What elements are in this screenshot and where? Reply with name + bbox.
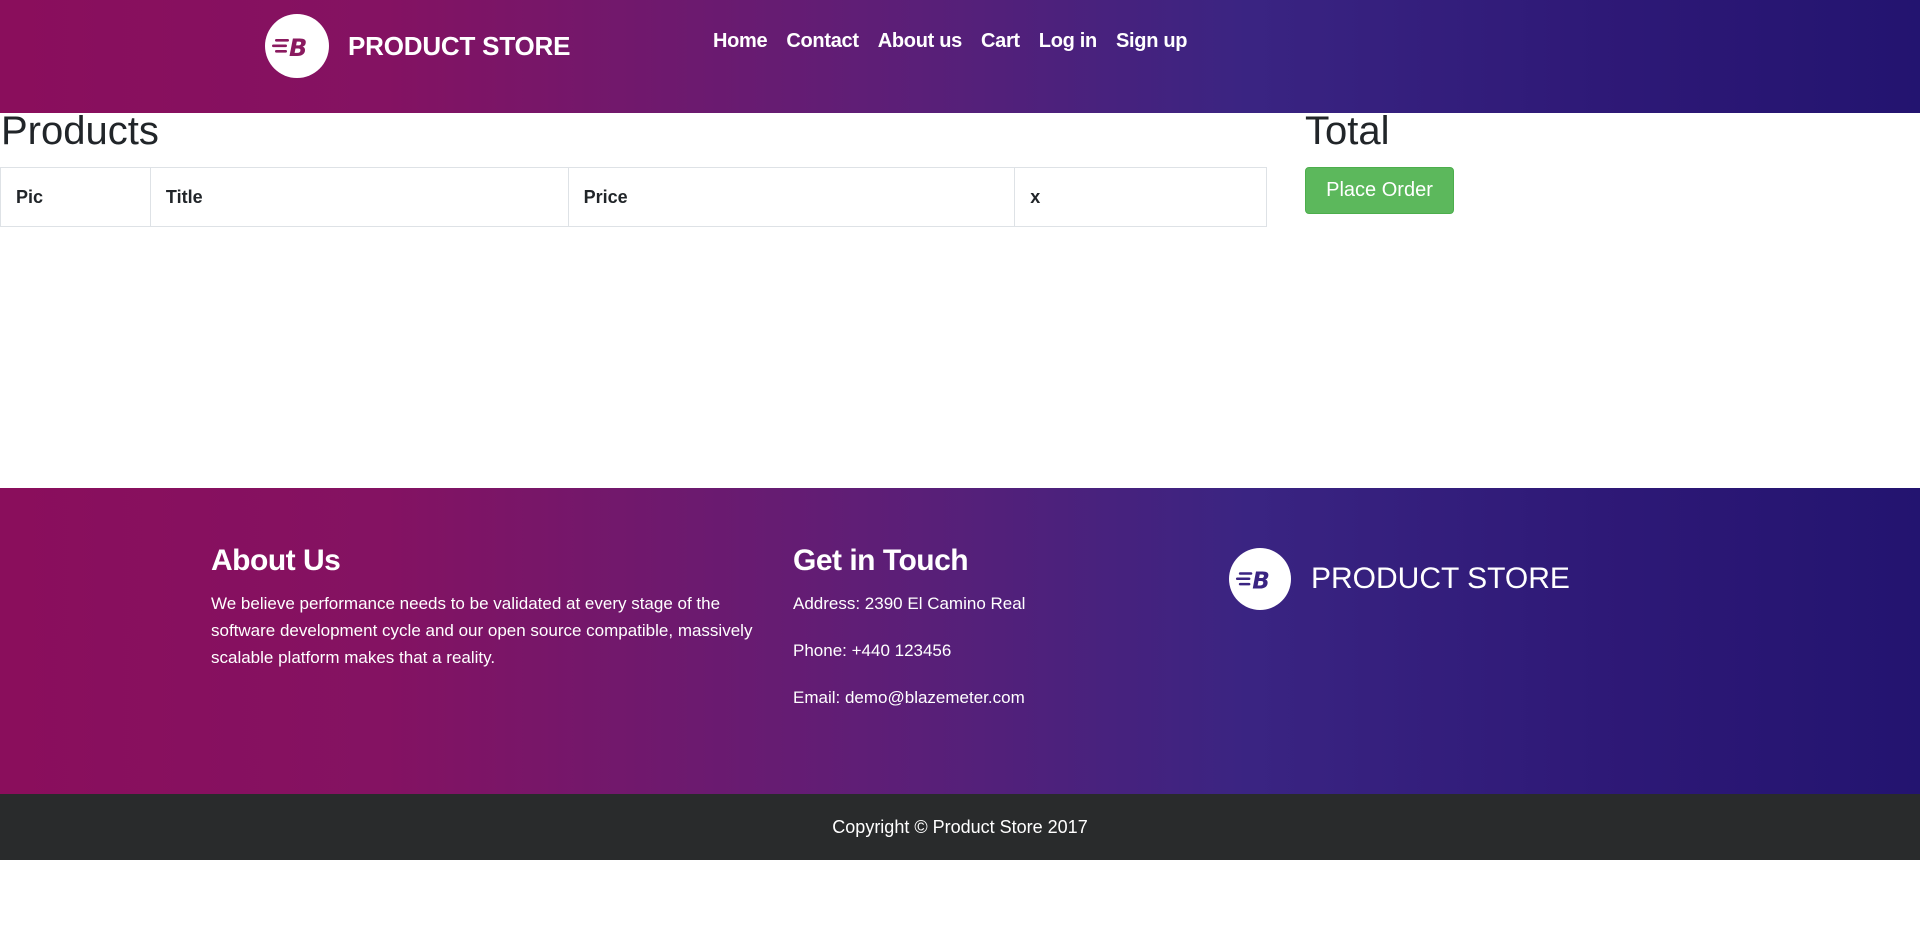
- contact-email: Email: demo@blazemeter.com: [793, 688, 1025, 707]
- blazemeter-logo-icon: B: [1229, 548, 1291, 610]
- about-us-text: We believe performance needs to be valid…: [211, 594, 753, 667]
- products-heading: Products: [1, 109, 159, 153]
- column-header-title: Title: [149, 167, 569, 227]
- column-header-delete: x: [1014, 167, 1267, 227]
- contact-address: Address: 2390 El Camino Real: [793, 594, 1026, 613]
- brand-link[interactable]: B PRODUCT STORE: [265, 14, 570, 78]
- nav-about-us[interactable]: About us: [878, 30, 963, 53]
- about-us-heading: About Us: [211, 544, 341, 577]
- copyright-bar: Copyright © Product Store 2017: [0, 794, 1920, 860]
- nav-home[interactable]: Home: [713, 30, 768, 53]
- footer-brand: B PRODUCT STORE: [1229, 548, 1570, 610]
- place-order-button[interactable]: Place Order: [1305, 167, 1454, 214]
- get-in-touch-section: Get in Touch Address: 2390 El Camino Rea…: [793, 544, 1173, 711]
- nav-menu: Home Contact About us Cart Log in Sign u…: [713, 30, 1206, 53]
- footer: About Us We believe performance needs to…: [0, 488, 1920, 794]
- column-header-pic: Pic: [0, 167, 151, 227]
- nav-sign-up[interactable]: Sign up: [1116, 30, 1188, 53]
- about-us-section: About Us We believe performance needs to…: [211, 544, 771, 671]
- svg-text:B: B: [1252, 569, 1270, 594]
- nav-cart[interactable]: Cart: [981, 30, 1020, 53]
- blazemeter-logo-icon: B: [265, 14, 329, 78]
- get-in-touch-heading: Get in Touch: [793, 544, 969, 577]
- copyright-text: Copyright © Product Store 2017: [832, 816, 1088, 837]
- column-header-price: Price: [567, 167, 1016, 227]
- nav-contact[interactable]: Contact: [786, 30, 859, 53]
- brand-name: PRODUCT STORE: [348, 30, 571, 61]
- navbar: B PRODUCT STORE Home Contact About us Ca…: [0, 0, 1920, 113]
- table-header-row: Pic Title Price x: [0, 167, 1267, 227]
- total-heading: Total: [1305, 109, 1390, 153]
- contact-phone: Phone: +440 123456: [793, 641, 952, 660]
- cart-table: Pic Title Price x: [0, 167, 1267, 227]
- svg-text:B: B: [289, 34, 307, 61]
- footer-brand-name: PRODUCT STORE: [1311, 562, 1570, 595]
- nav-log-in[interactable]: Log in: [1039, 30, 1097, 53]
